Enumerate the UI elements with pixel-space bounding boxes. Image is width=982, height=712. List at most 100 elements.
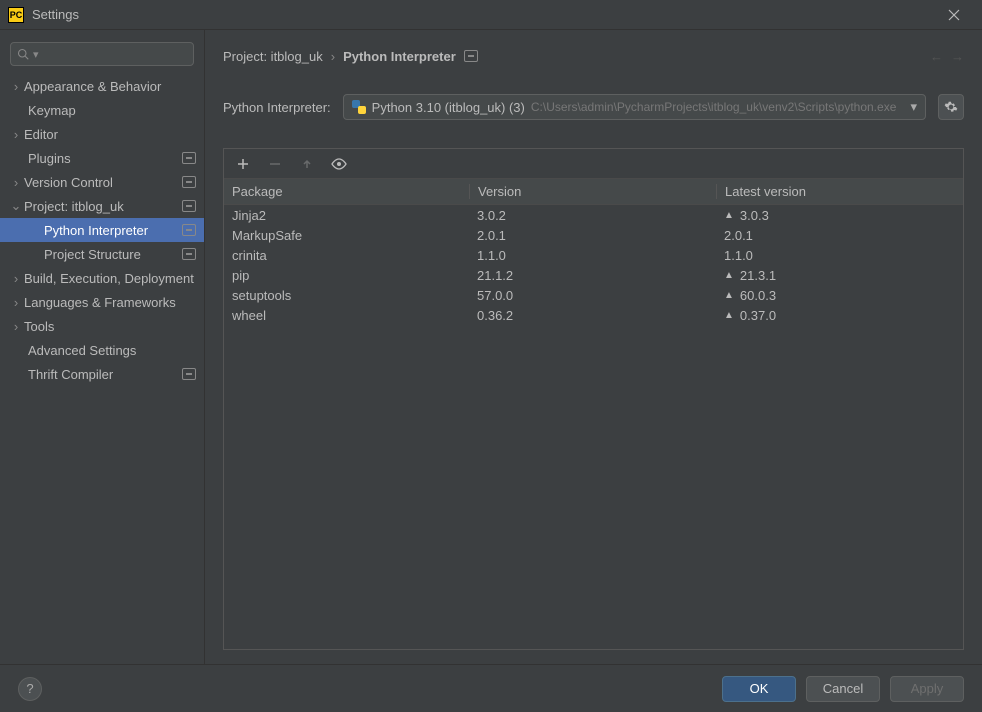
ok-button[interactable]: OK: [722, 676, 796, 702]
restart-required-icon: [464, 50, 478, 62]
project-scope-icon: [182, 152, 196, 164]
package-row[interactable]: pip21.1.2▲21.3.1: [224, 265, 963, 285]
sidebar-item[interactable]: Keymap: [0, 98, 204, 122]
breadcrumb: Project: itblog_uk › Python Interpreter …: [223, 42, 964, 70]
packages-panel: Package Version Latest version Jinja23.0…: [223, 148, 964, 650]
package-name: MarkupSafe: [224, 228, 469, 243]
package-latest: ▲3.0.3: [716, 208, 963, 223]
package-row[interactable]: Jinja23.0.2▲3.0.3: [224, 205, 963, 225]
search-row: ▾: [0, 38, 204, 74]
sidebar-item-label: Python Interpreter: [44, 223, 182, 238]
project-scope-icon: [182, 200, 196, 212]
package-latest: ▲ 0.37.0: [716, 308, 963, 323]
titlebar: PC Settings: [0, 0, 982, 30]
chevron-down-icon: ▾: [910, 99, 917, 115]
app-icon: PC: [8, 7, 24, 23]
remove-package-button[interactable]: [266, 155, 284, 173]
package-row[interactable]: MarkupSafe2.0.12.0.1: [224, 225, 963, 245]
nav-back-button[interactable]: ←: [930, 49, 943, 64]
package-version: 0.36.2: [469, 308, 716, 323]
sidebar-item[interactable]: ⌄Project: itblog_uk: [0, 194, 204, 218]
breadcrumb-project: Project: itblog_uk: [223, 49, 323, 64]
sidebar-item[interactable]: Plugins: [0, 146, 204, 170]
project-scope-icon: [182, 248, 196, 260]
package-latest: 1.1.0: [716, 248, 963, 263]
sidebar-item-label: Advanced Settings: [28, 343, 196, 358]
sidebar-item[interactable]: Python Interpreter: [0, 218, 204, 242]
sidebar-item-label: Build, Execution, Deployment: [24, 271, 196, 286]
minus-icon: [269, 158, 281, 170]
package-latest: ▲60.0.3: [716, 288, 963, 303]
plus-icon: [237, 158, 249, 170]
package-row[interactable]: setuptools57.0.0▲60.0.3: [224, 285, 963, 305]
package-version: 2.0.1: [469, 228, 716, 243]
sidebar-item[interactable]: ›Tools: [0, 314, 204, 338]
header-latest[interactable]: Latest version: [716, 184, 963, 199]
interpreter-settings-button[interactable]: [938, 94, 964, 120]
sidebar-item[interactable]: ›Appearance & Behavior: [0, 74, 204, 98]
sidebar-item[interactable]: Advanced Settings: [0, 338, 204, 362]
package-version: 1.1.0: [469, 248, 716, 263]
interpreter-name: Python 3.10 (itblog_uk) (3): [372, 100, 525, 115]
chevron-right-icon: ›: [8, 319, 24, 334]
sidebar-item-label: Project Structure: [44, 247, 182, 262]
sidebar-item[interactable]: ›Editor: [0, 122, 204, 146]
header-version[interactable]: Version: [469, 184, 716, 199]
apply-button[interactable]: Apply: [890, 676, 964, 702]
search-input[interactable]: ▾: [10, 42, 194, 66]
close-button[interactable]: [934, 0, 974, 30]
chevron-right-icon: ›: [8, 175, 24, 190]
packages-toolbar: [224, 149, 963, 179]
sidebar: ▾ ›Appearance & BehaviorKeymap›EditorPlu…: [0, 30, 205, 664]
upgrade-available-icon: ▲: [724, 270, 734, 281]
upgrade-available-icon: ▲: [724, 310, 734, 321]
interpreter-path: C:\Users\admin\PycharmProjects\itblog_uk…: [531, 100, 905, 114]
package-latest-value: 21.3.1: [740, 268, 776, 283]
python-icon: [352, 100, 366, 114]
sidebar-item[interactable]: ›Version Control: [0, 170, 204, 194]
package-latest: ▲ 21.3.1: [716, 268, 963, 283]
sidebar-item[interactable]: ›Languages & Frameworks: [0, 290, 204, 314]
project-scope-icon: [182, 368, 196, 380]
sidebar-item-label: Languages & Frameworks: [24, 295, 196, 310]
main-content: ▾ ›Appearance & BehaviorKeymap›EditorPlu…: [0, 30, 982, 664]
upgrade-available-icon: ▲: [724, 290, 734, 301]
upgrade-available-icon: ▲: [724, 210, 734, 221]
upgrade-package-button[interactable]: [298, 155, 316, 173]
sidebar-item-label: Editor: [24, 127, 196, 142]
sidebar-item[interactable]: ›Build, Execution, Deployment: [0, 266, 204, 290]
package-latest-value: 1.1.0: [724, 248, 753, 263]
package-version: 21.1.2: [469, 268, 716, 283]
right-pane: Project: itblog_uk › Python Interpreter …: [205, 30, 982, 664]
package-row[interactable]: crinita1.1.01.1.0: [224, 245, 963, 265]
header-package[interactable]: Package: [224, 184, 469, 199]
package-name: crinita: [224, 248, 469, 263]
package-version: 3.0.2: [469, 208, 716, 223]
sidebar-item-label: Version Control: [24, 175, 182, 190]
packages-body[interactable]: Jinja23.0.2▲3.0.3MarkupSafe2.0.12.0.1cri…: [224, 205, 963, 649]
settings-tree[interactable]: ›Appearance & BehaviorKeymap›EditorPlugi…: [0, 74, 204, 664]
chevron-right-icon: ›: [8, 271, 24, 286]
project-scope-icon: [182, 224, 196, 236]
interpreter-row: Python Interpreter: Python 3.10 (itblog_…: [223, 94, 964, 120]
cancel-button[interactable]: Cancel: [806, 676, 880, 702]
sidebar-item-label: Keymap: [28, 103, 196, 118]
project-scope-icon: [182, 176, 196, 188]
package-latest-value: 0.37.0: [740, 308, 776, 323]
bottom-bar: ? OK Cancel Apply: [0, 664, 982, 712]
show-early-releases-button[interactable]: [330, 155, 348, 173]
package-row[interactable]: wheel0.36.2▲0.37.0: [224, 305, 963, 325]
interpreter-select[interactable]: Python 3.10 (itblog_uk) (3) C:\Users\adm…: [343, 94, 926, 120]
add-package-button[interactable]: [234, 155, 252, 173]
sidebar-item[interactable]: Project Structure: [0, 242, 204, 266]
help-button[interactable]: ?: [18, 677, 42, 701]
close-icon: [948, 9, 960, 21]
package-name: setuptools: [224, 288, 469, 303]
nav-forward-button[interactable]: →: [951, 49, 964, 64]
sidebar-item-label: Appearance & Behavior: [24, 79, 196, 94]
package-version: 57.0.0: [469, 288, 716, 303]
sidebar-item[interactable]: Thrift Compiler: [0, 362, 204, 386]
chevron-right-icon: ›: [8, 127, 24, 142]
package-name: Jinja2: [224, 208, 469, 223]
chevron-down-icon: ⌄: [8, 198, 24, 214]
